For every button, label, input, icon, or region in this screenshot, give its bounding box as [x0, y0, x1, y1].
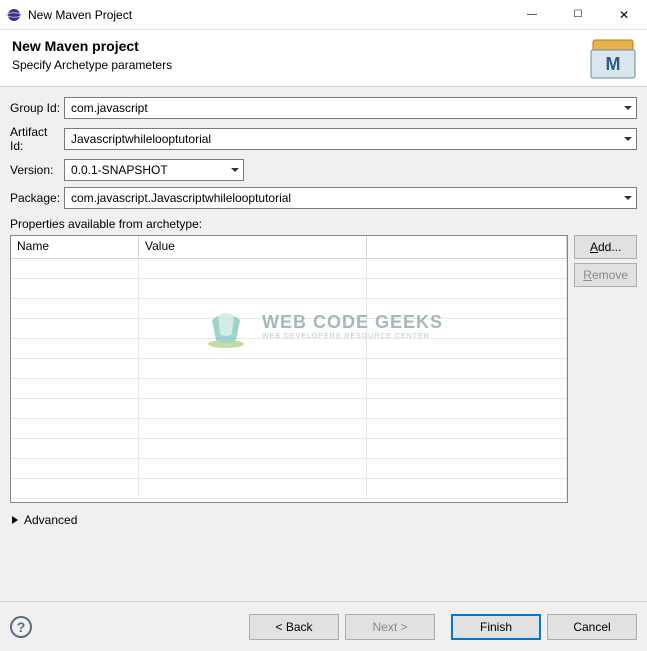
close-button[interactable]: ✕ [601, 0, 647, 30]
table-row[interactable] [11, 319, 567, 339]
triangle-right-icon [12, 516, 18, 524]
artifact-id-field[interactable]: Javascriptwhilelooptutorial [64, 128, 637, 150]
maven-banner-icon: M [587, 36, 639, 82]
table-row[interactable] [11, 259, 567, 279]
artifact-id-value: Javascriptwhilelooptutorial [71, 132, 211, 146]
version-value: 0.0.1-SNAPSHOT [71, 163, 168, 177]
chevron-down-icon [231, 168, 239, 172]
group-id-value: com.javascript [71, 101, 148, 115]
group-id-label: Group Id: [10, 101, 64, 115]
package-value: com.javascript.Javascriptwhilelooptutori… [71, 191, 291, 205]
package-field[interactable]: com.javascript.Javascriptwhilelooptutori… [64, 187, 637, 209]
group-id-field[interactable]: com.javascript [64, 97, 637, 119]
page-subtitle: Specify Archetype parameters [12, 58, 587, 72]
table-row[interactable] [11, 299, 567, 319]
window-title: New Maven Project [28, 8, 132, 22]
help-icon[interactable]: ? [10, 616, 32, 638]
col-value[interactable]: Value [139, 236, 367, 258]
button-bar: ? < Back Next > Finish Cancel [0, 601, 647, 651]
table-row[interactable] [11, 279, 567, 299]
artifact-id-label: Artifact Id: [10, 125, 64, 153]
finish-button[interactable]: Finish [451, 614, 541, 640]
table-row[interactable] [11, 359, 567, 379]
package-label: Package: [10, 191, 64, 205]
form-area: Group Id: com.javascript Artifact Id: Ja… [0, 87, 647, 531]
properties-table[interactable]: Name Value [10, 235, 568, 503]
table-row[interactable] [11, 339, 567, 359]
minimize-button[interactable]: ― [509, 0, 555, 30]
advanced-toggle[interactable]: Advanced [12, 513, 637, 527]
next-button: Next > [345, 614, 435, 640]
table-row[interactable] [11, 479, 567, 499]
chevron-down-icon [624, 196, 632, 200]
eclipse-icon [6, 7, 22, 23]
add-button[interactable]: Add... [574, 235, 637, 259]
version-field[interactable]: 0.0.1-SNAPSHOT [64, 159, 244, 181]
remove-button: Remove [574, 263, 637, 287]
table-row[interactable] [11, 459, 567, 479]
col-blank[interactable] [367, 236, 567, 258]
maximize-button[interactable]: ☐ [555, 0, 601, 30]
properties-caption: Properties available from archetype: [10, 217, 637, 231]
page-title: New Maven project [12, 38, 587, 54]
table-row[interactable] [11, 419, 567, 439]
titlebar: New Maven Project ― ☐ ✕ [0, 0, 647, 30]
table-header: Name Value [11, 236, 567, 259]
table-row[interactable] [11, 379, 567, 399]
table-row[interactable] [11, 439, 567, 459]
svg-text:M: M [606, 54, 621, 74]
chevron-down-icon [624, 106, 632, 110]
back-button[interactable]: < Back [249, 614, 339, 640]
cancel-button[interactable]: Cancel [547, 614, 637, 640]
chevron-down-icon [624, 137, 632, 141]
col-name[interactable]: Name [11, 236, 139, 258]
table-row[interactable] [11, 399, 567, 419]
advanced-label: Advanced [24, 513, 77, 527]
version-label: Version: [10, 163, 64, 177]
dialog-header: New Maven project Specify Archetype para… [0, 30, 647, 87]
